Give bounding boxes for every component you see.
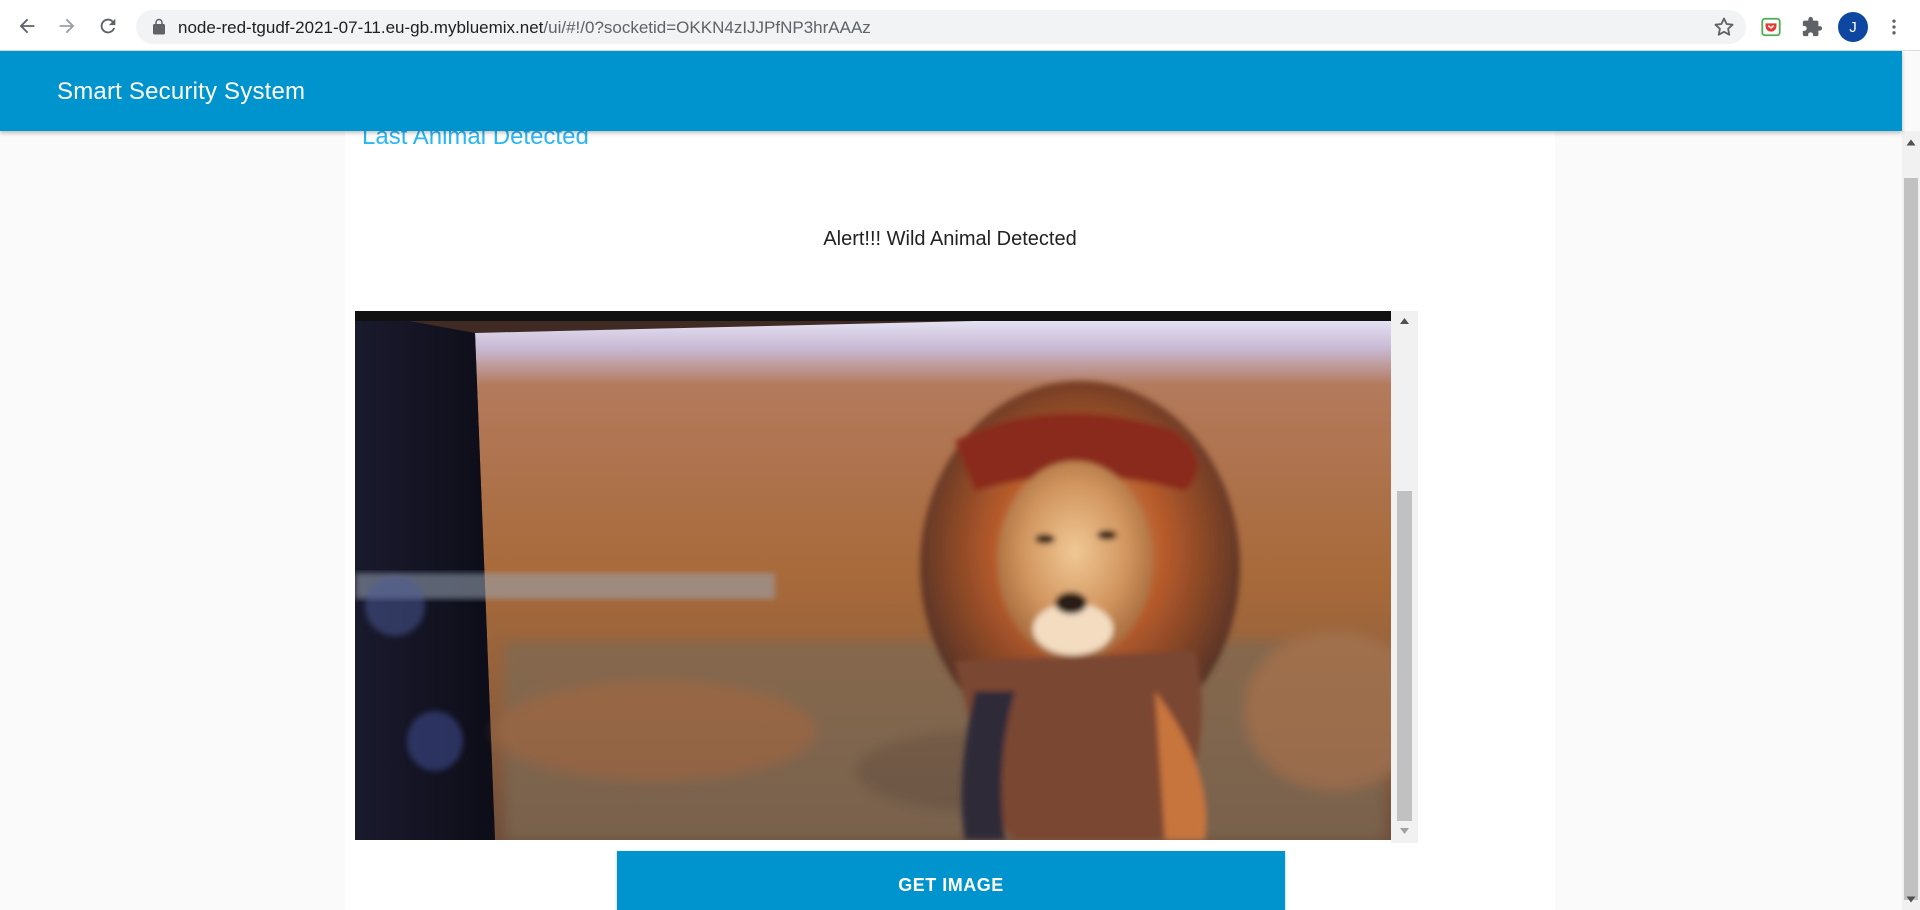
- back-button[interactable]: [12, 11, 42, 41]
- extensions-menu-button[interactable]: [1798, 13, 1826, 41]
- forward-button[interactable]: [52, 11, 82, 41]
- arrow-right-icon: [59, 18, 75, 34]
- get-image-button[interactable]: GET IMAGE: [617, 851, 1285, 910]
- profile-avatar[interactable]: J: [1838, 12, 1868, 42]
- scroll-up-icon[interactable]: [1399, 317, 1410, 325]
- kebab-menu-icon: [1892, 19, 1896, 35]
- url-host: node-red-tgudf-2021-07-11.eu-gb.mybluemi…: [178, 18, 544, 37]
- page-scroll-down-icon[interactable]: [1906, 896, 1916, 903]
- app-toolbar: Smart Security System: [0, 51, 1902, 131]
- page-scrollbar-thumb[interactable]: [1904, 178, 1918, 900]
- puzzle-icon: [1802, 16, 1823, 37]
- reload-button[interactable]: [93, 11, 123, 41]
- url-path: /ui/#!/0?socketid=OKKN4zIJJPfNP3hrAAAz: [543, 18, 871, 37]
- page-scroll-up-icon[interactable]: [1906, 139, 1916, 146]
- image-scrollbar-thumb[interactable]: [1397, 491, 1412, 821]
- lock-icon: [153, 18, 165, 35]
- bookmark-star-icon[interactable]: [1712, 15, 1736, 39]
- browser-menu-button[interactable]: [1880, 12, 1908, 42]
- address-bar[interactable]: node-red-tgudf-2021-07-11.eu-gb.mybluemi…: [136, 10, 1746, 44]
- reload-icon: [100, 18, 116, 34]
- page-title: Smart Security System: [57, 78, 306, 105]
- dashboard-group-card: Last Animal Detected Alert!!! Wild Anima…: [345, 131, 1555, 910]
- url-text[interactable]: node-red-tgudf-2021-07-11.eu-gb.mybluemi…: [178, 18, 871, 38]
- lion-photo: [355, 311, 1391, 840]
- scroll-down-icon[interactable]: [1399, 827, 1410, 835]
- arrow-left-icon: [19, 18, 35, 34]
- image-scrollbar[interactable]: [1391, 311, 1418, 843]
- captured-animal-image: [355, 311, 1391, 840]
- page-scrollbar[interactable]: [1902, 131, 1920, 910]
- browser-toolbar: node-red-tgudf-2021-07-11.eu-gb.mybluemi…: [0, 0, 1920, 51]
- group-title: Last Animal Detected: [362, 131, 589, 150]
- extension-button[interactable]: [1757, 13, 1785, 41]
- pocket-extension-icon: [1761, 17, 1781, 37]
- alert-text: Alert!!! Wild Animal Detected: [823, 228, 1077, 250]
